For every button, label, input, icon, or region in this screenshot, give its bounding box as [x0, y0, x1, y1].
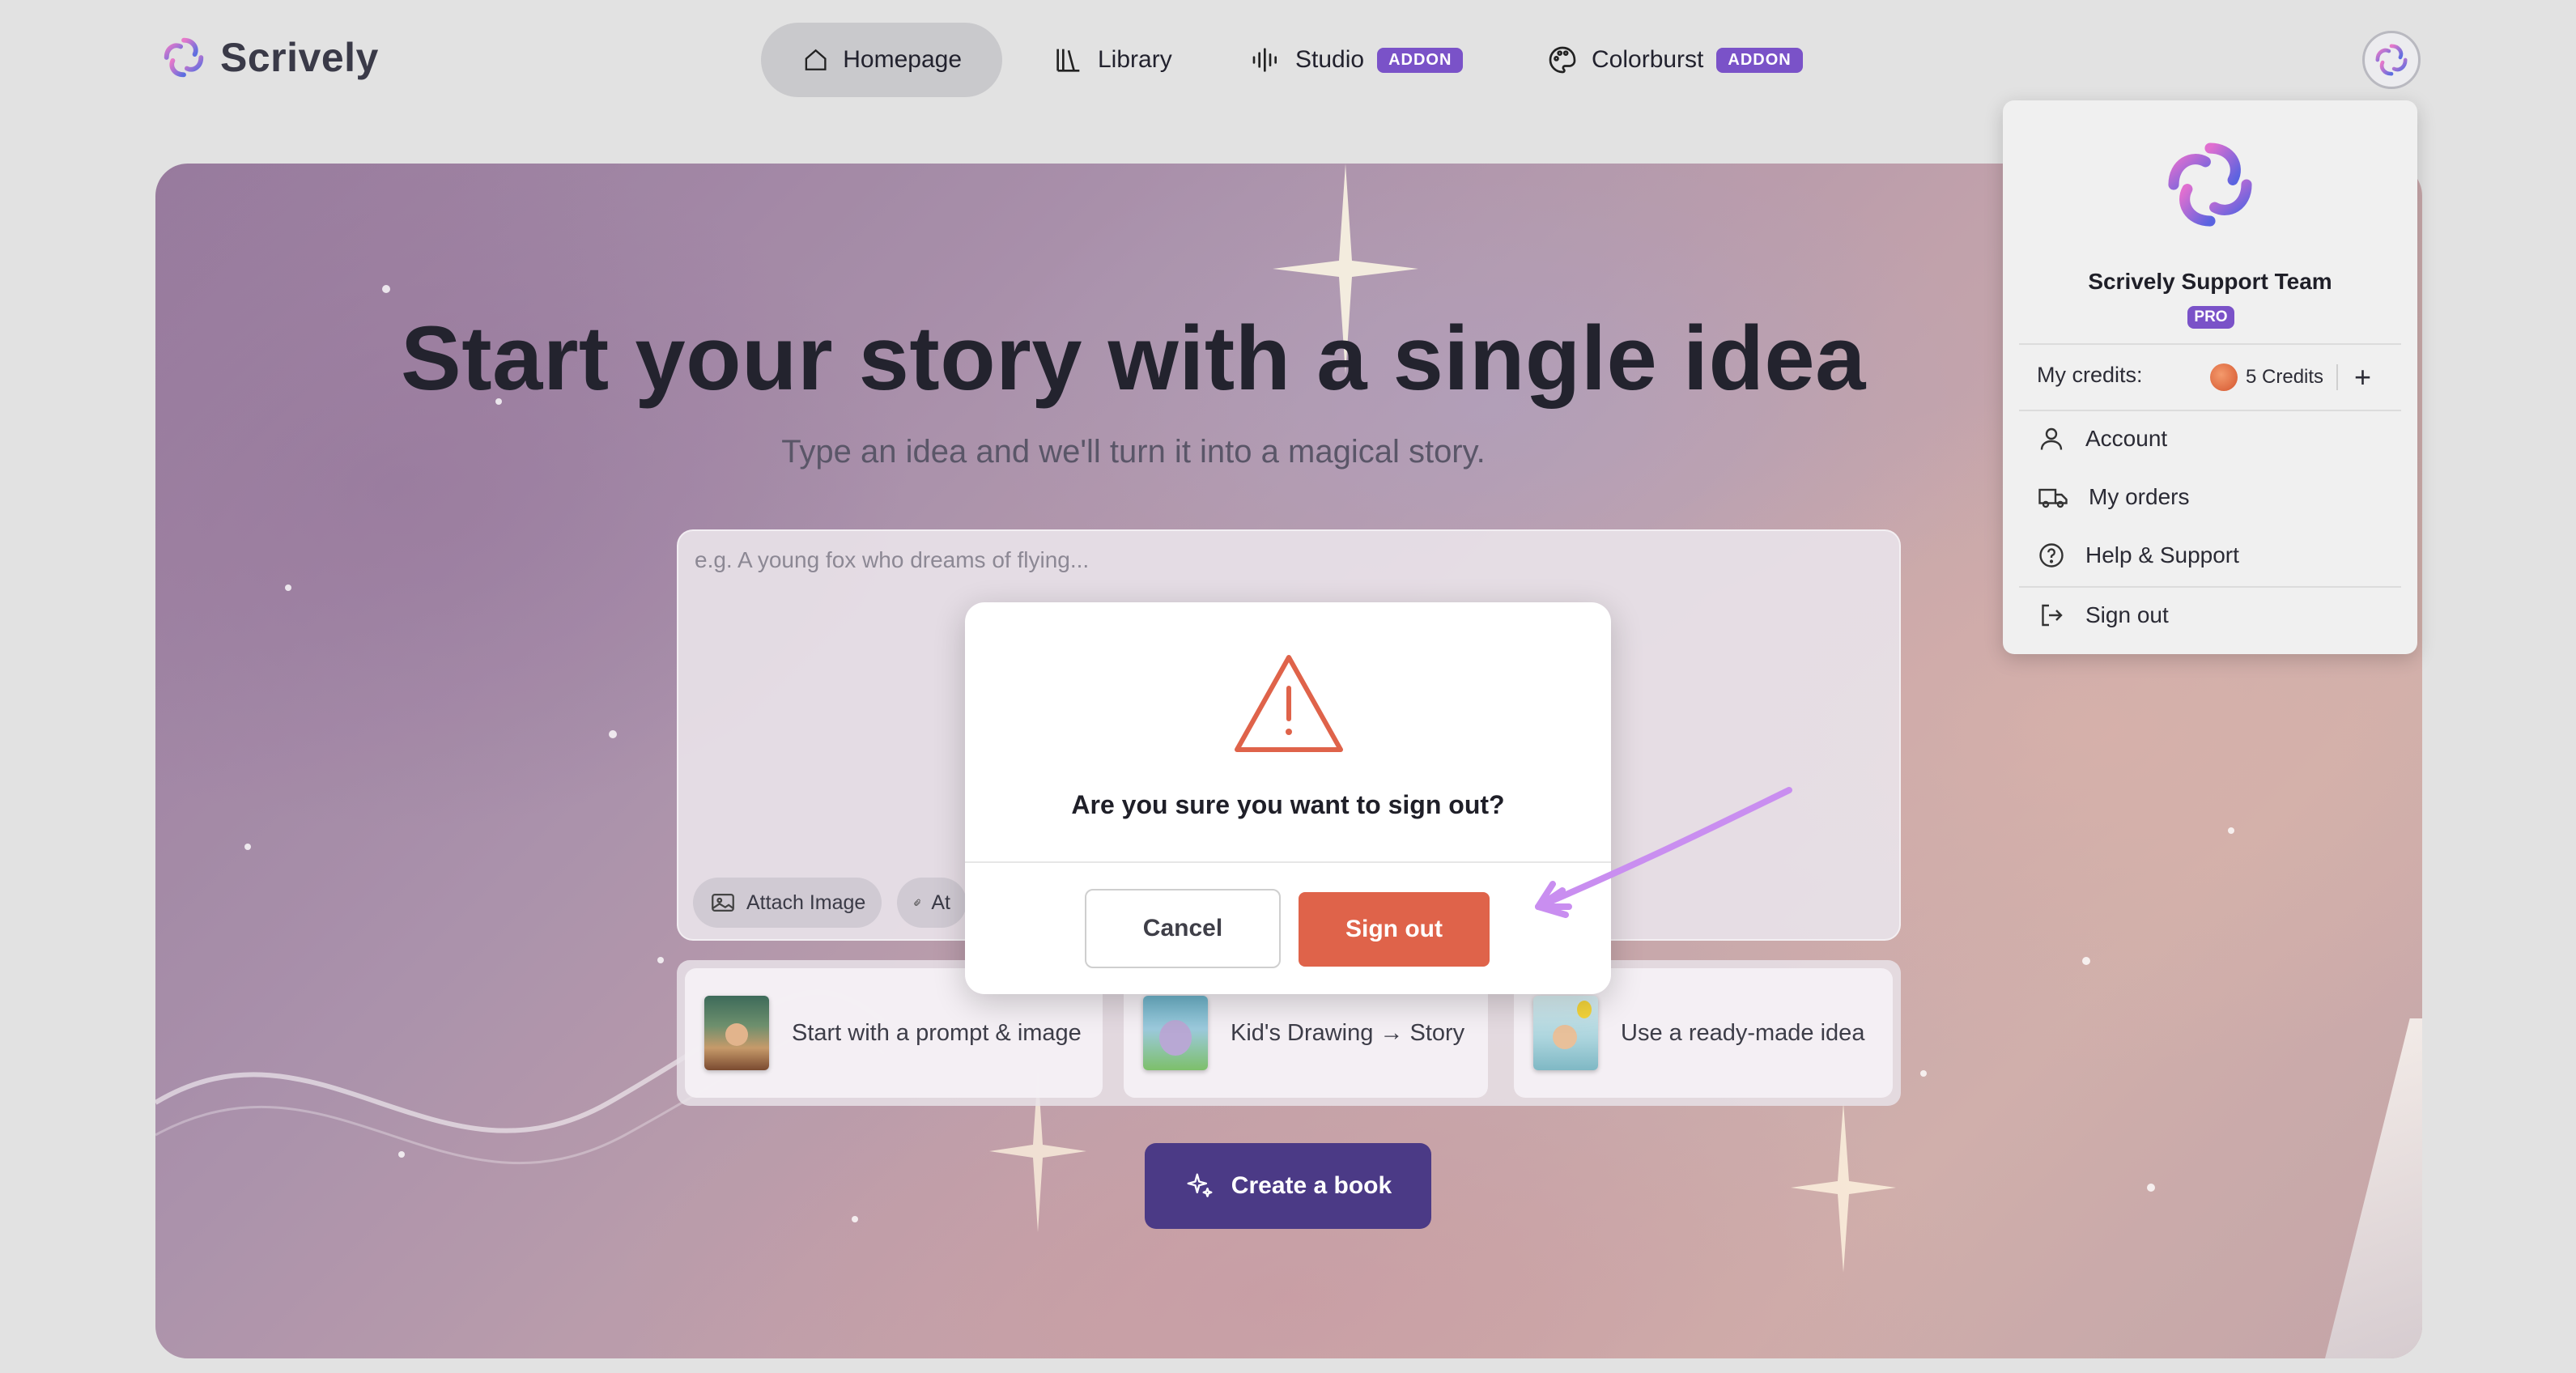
sparkle-dot	[2082, 957, 2090, 965]
option-prompt-image-label: Start with a prompt & image	[792, 1019, 1082, 1046]
image-icon	[712, 893, 734, 912]
attach-file-button[interactable]: At	[897, 878, 967, 928]
menu-item-account[interactable]: Account	[2037, 424, 2167, 453]
book-cover-thumbnail	[704, 996, 769, 1070]
book-cover-thumbnail	[1143, 996, 1208, 1070]
nav-library-label: Library	[1098, 46, 1172, 73]
sparkle-star-right-icon	[1791, 1103, 1896, 1273]
paperclip-icon	[914, 899, 920, 906]
sparkle-dot	[609, 730, 617, 738]
sparkle-dot	[244, 844, 251, 850]
studio-addon-badge: ADDON	[1377, 47, 1464, 73]
nav-studio-label: Studio	[1295, 46, 1365, 73]
menu-item-signout-label: Sign out	[2085, 602, 2169, 627]
attach-image-label: Attach Image	[746, 891, 866, 914]
menu-divider	[2019, 343, 2401, 345]
sparkle-dot	[285, 584, 291, 591]
help-circle-icon	[2039, 543, 2064, 567]
credits-display: 5 Credits +	[2210, 363, 2371, 392]
menu-item-account-label: Account	[2085, 426, 2168, 451]
confirm-signout-button[interactable]: Sign out	[1299, 892, 1490, 967]
add-credits-button[interactable]: +	[2354, 363, 2371, 392]
menu-item-signout[interactable]: Sign out	[2037, 601, 2169, 630]
nav-library[interactable]: Library	[1012, 23, 1213, 97]
sparkle-dot	[2228, 827, 2234, 834]
menu-item-orders-label: My orders	[2089, 484, 2190, 509]
palette-icon	[1549, 46, 1576, 74]
option-kids-drawing-label: Kid's Drawing → Story	[1231, 1019, 1465, 1046]
cancel-button[interactable]: Cancel	[1085, 889, 1281, 968]
logout-icon	[2042, 604, 2063, 627]
app-name: Scrively	[220, 35, 379, 80]
credits-label: My credits:	[2037, 363, 2143, 387]
pro-badge: PRO	[2187, 306, 2234, 329]
credit-coin-icon	[2210, 363, 2238, 391]
create-book-label: Create a book	[1231, 1172, 1392, 1199]
credits-value: 5 Credits	[2246, 366, 2324, 388]
truck-icon	[2038, 488, 2068, 508]
home-icon	[805, 49, 827, 70]
menu-item-orders[interactable]: My orders	[2037, 482, 2189, 512]
hero-title: Start your story with a single idea	[401, 308, 1866, 409]
colorburst-addon-badge: ADDON	[1716, 47, 1803, 73]
user-avatar-button[interactable]	[2362, 31, 2421, 89]
menu-divider	[2019, 410, 2401, 411]
app-logo[interactable]: Scrively	[159, 32, 379, 83]
hero-subtitle: Type an idea and we'll turn it into a ma…	[781, 434, 1486, 470]
book-cover-thumbnail	[1533, 996, 1598, 1070]
nav-homepage-label: Homepage	[843, 46, 962, 73]
menu-item-help-label: Help & Support	[2085, 542, 2239, 567]
annotation-arrow	[1535, 787, 1792, 918]
audio-wave-icon	[1252, 48, 1277, 72]
nav-colorburst-label: Colorburst	[1592, 46, 1704, 73]
menu-item-help[interactable]: Help & Support	[2037, 541, 2239, 570]
warning-triangle-icon	[1235, 655, 1343, 752]
scrively-logo-icon	[164, 37, 204, 78]
option-ready-idea-label: Use a ready-made idea	[1621, 1019, 1865, 1046]
user-menu: Scrively Support Team PRO My credits: 5 …	[2003, 100, 2417, 654]
menu-divider	[2019, 586, 2401, 588]
attach-file-label: At	[931, 891, 950, 914]
user-name: Scrively Support Team	[2088, 269, 2332, 294]
attach-image-button[interactable]: Attach Image	[693, 878, 882, 928]
create-book-button[interactable]: Create a book	[1145, 1143, 1431, 1229]
nav-studio[interactable]: Studio ADDON	[1209, 23, 1503, 97]
library-icon	[1056, 49, 1080, 72]
user-icon	[2040, 427, 2063, 450]
sparkle-dot	[2147, 1184, 2155, 1192]
avatar-logo-icon	[2375, 44, 2408, 76]
profile-logo-icon	[2168, 142, 2252, 227]
nav-colorburst[interactable]: Colorburst ADDON	[1506, 23, 1843, 97]
sparkles-icon	[1187, 1173, 1213, 1197]
sparkle-dot	[1920, 1070, 1927, 1077]
sparkle-dot	[382, 285, 390, 293]
nav-homepage[interactable]: Homepage	[761, 23, 1002, 97]
credits-separator	[2336, 364, 2339, 390]
